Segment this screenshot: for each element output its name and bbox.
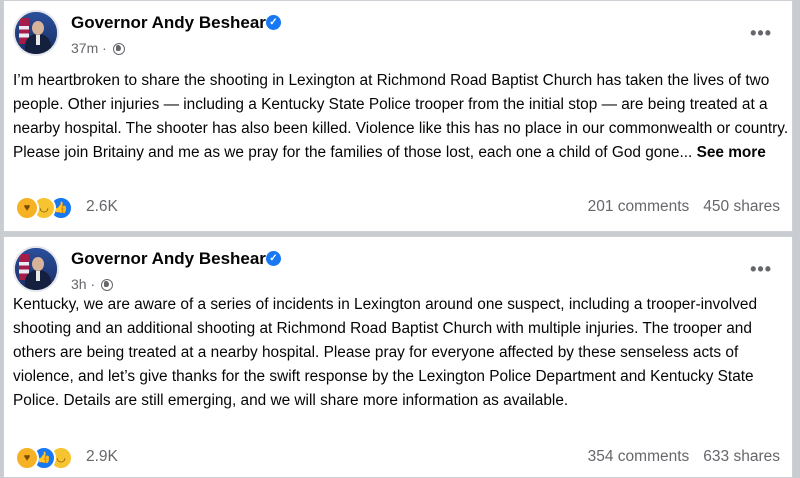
globe-icon: [112, 43, 125, 55]
post-meta: 3h ·: [71, 276, 114, 292]
post-timestamp-link[interactable]: 37m: [71, 40, 98, 56]
reaction-count[interactable]: 2.6K: [86, 198, 118, 216]
verified-badge-icon: ✓: [266, 251, 281, 266]
see-more-link[interactable]: See more: [697, 144, 766, 161]
shares-count-link[interactable]: 450 shares: [703, 198, 780, 215]
post-text: Kentucky, we are aware of a series of in…: [13, 293, 789, 413]
author-name-link[interactable]: Governor Andy Beshear: [71, 249, 266, 269]
comments-count-link[interactable]: 354 comments: [588, 448, 690, 465]
engagement-stats: 201 comments 450 shares: [588, 198, 780, 216]
care-reaction-icon: ♥: [15, 196, 39, 220]
author-avatar[interactable]: [13, 10, 59, 56]
feed-post: Governor Andy Beshear ✓ 3h · ••• Kentuck…: [3, 236, 793, 478]
comments-count-link[interactable]: 201 comments: [588, 198, 690, 215]
reaction-count[interactable]: 2.9K: [86, 448, 118, 466]
post-body: I’m heartbroken to share the shooting in…: [13, 72, 789, 161]
author-avatar[interactable]: [13, 246, 59, 292]
author-name-link[interactable]: Governor Andy Beshear: [71, 13, 266, 33]
more-options-button[interactable]: •••: [750, 23, 772, 44]
verified-badge-icon: ✓: [266, 15, 281, 30]
care-reaction-icon: ♥: [15, 446, 39, 470]
post-text: I’m heartbroken to share the shooting in…: [13, 69, 789, 165]
post-meta: 37m ·: [71, 40, 125, 56]
more-options-button[interactable]: •••: [750, 259, 772, 280]
post-timestamp-link[interactable]: 3h: [71, 276, 87, 292]
shares-count-link[interactable]: 633 shares: [703, 448, 780, 465]
globe-icon: [101, 279, 114, 291]
meta-separator: ·: [90, 276, 96, 292]
feed-post: Governor Andy Beshear ✓ 37m · ••• I’m he…: [3, 0, 793, 232]
meta-separator: ·: [102, 40, 107, 56]
post-body: Kentucky, we are aware of a series of in…: [13, 296, 758, 409]
engagement-stats: 354 comments 633 shares: [588, 448, 780, 466]
